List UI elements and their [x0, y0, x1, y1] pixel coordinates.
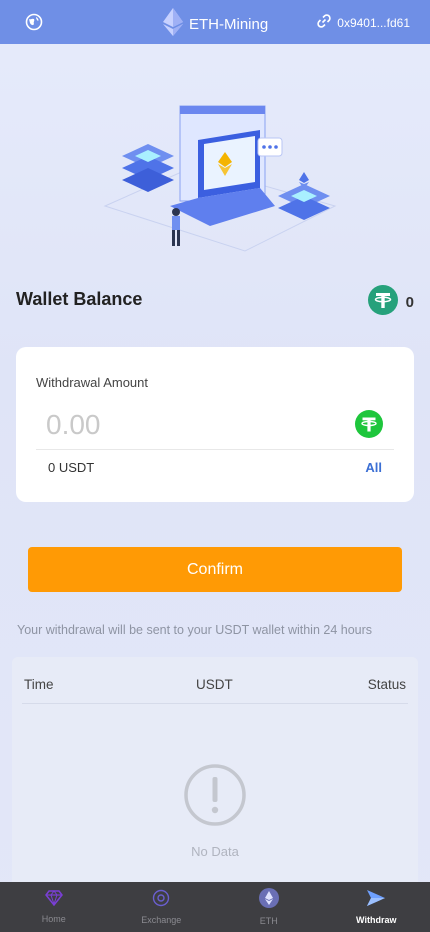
table-divider [22, 703, 408, 704]
brand-title: ETH-Mining [189, 16, 269, 33]
top-header: ETH-Mining 0x9401...fd61 [0, 0, 430, 44]
withdraw-all-button[interactable]: All [365, 460, 382, 475]
link-icon [316, 13, 332, 32]
confirm-button[interactable]: Confirm [28, 547, 402, 592]
tether-usdt-icon [355, 410, 383, 443]
nav-label-withdraw: Withdraw [356, 915, 397, 925]
column-header-status: Status [367, 677, 406, 692]
wallet-address: 0x9401...fd61 [337, 15, 410, 30]
ethereum-icon [258, 888, 279, 913]
available-usdt: 0 USDT [48, 460, 95, 475]
tether-usdt-icon [367, 285, 398, 320]
column-header-usdt: USDT [196, 677, 233, 692]
bottom-navigation: Home Exchange ETH Withdraw [0, 882, 430, 932]
globe-icon[interactable] [25, 13, 43, 31]
send-arrow-icon [366, 889, 386, 912]
column-header-time: Time [24, 677, 54, 692]
nav-item-home[interactable]: Home [0, 882, 108, 932]
withdrawal-amount-label: Withdrawal Amount [36, 375, 148, 390]
brand: ETH-Mining [163, 8, 268, 41]
withdrawal-notice: Your withdrawal will be sent to your USD… [17, 623, 373, 637]
hero-illustration [100, 96, 340, 256]
wallet-balance-value: 0 [405, 294, 414, 311]
gem-icon [44, 890, 63, 911]
nav-item-exchange[interactable]: Exchange [108, 882, 216, 932]
withdrawal-amount-input[interactable] [46, 405, 306, 445]
nav-label-home: Home [41, 914, 66, 924]
wallet-address-button[interactable]: 0x9401...fd61 [316, 13, 410, 32]
nav-item-eth[interactable]: ETH [215, 882, 323, 932]
withdrawal-card: Withdrawal Amount 0 USDT All [16, 347, 414, 502]
wallet-balance: 0 [367, 285, 414, 320]
nav-item-withdraw[interactable]: Withdraw [323, 882, 430, 932]
empty-state-text: No Data [191, 844, 239, 859]
nav-label-exchange: Exchange [141, 915, 182, 925]
withdrawal-history-table: Time USDT Status No Data [12, 657, 418, 887]
ethereum-logo-icon [163, 8, 183, 41]
wallet-balance-label: Wallet Balance [16, 289, 143, 309]
exclamation-circle-icon [183, 763, 247, 832]
nav-label-eth: ETH [259, 916, 278, 926]
exchange-icon [152, 889, 170, 912]
card-divider [36, 449, 394, 450]
